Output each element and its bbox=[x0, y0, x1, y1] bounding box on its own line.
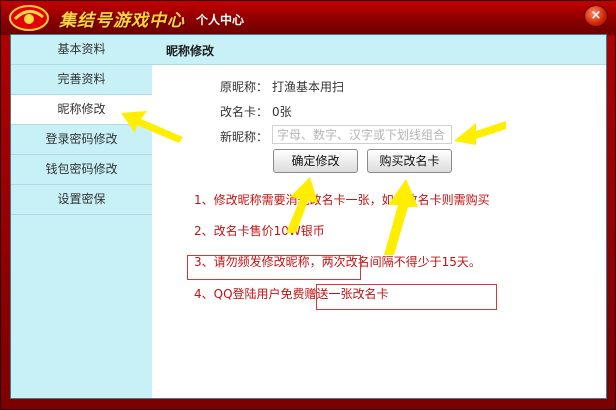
section-header: 昵称修改 bbox=[152, 35, 606, 65]
old-nickname-value: 打渔基本用扫 bbox=[272, 80, 345, 94]
new-nickname-label: 新昵称： bbox=[220, 130, 269, 144]
note-item: 1、修改昵称需要消耗改名卡一张，如无改名卡则需购买 bbox=[194, 193, 490, 207]
old-nickname-label: 原昵称： bbox=[220, 80, 269, 94]
old-nickname-row: 原昵称： 打渔基本用扫 bbox=[220, 78, 344, 95]
new-nickname-input[interactable] bbox=[272, 125, 452, 144]
content-panel: 基本资料 完善资料 昵称修改 登录密码修改 钱包密码修改 设置密保 昵称修改 原… bbox=[10, 34, 607, 399]
confirm-change-button[interactable]: 确定修改 bbox=[273, 149, 358, 173]
arrow-left-icon bbox=[454, 121, 506, 145]
title-bar[interactable]: 集结号游戏中心 个人中心 × bbox=[1, 1, 616, 35]
buy-rename-card-button[interactable]: 购买改名卡 bbox=[367, 149, 452, 173]
arrow-left-icon bbox=[121, 111, 183, 143]
window-subtitle: 个人中心 bbox=[196, 13, 245, 27]
nickname-form: 原昵称：打渔基本用扫 改名卡：0张 新昵称： 确定修改 购买改名卡 1、修改昵称… bbox=[152, 65, 606, 398]
sidebar: 基本资料 完善资料 昵称修改 登录密码修改 钱包密码修改 设置密保 bbox=[11, 35, 153, 398]
highlight-box-price bbox=[187, 255, 361, 280]
sidebar-item-security-question[interactable]: 设置密保 bbox=[11, 185, 152, 215]
rename-card-count: 0张 bbox=[272, 105, 292, 119]
rename-card-label: 改名卡： bbox=[220, 105, 269, 119]
highlight-box-interval bbox=[316, 284, 497, 310]
sidebar-item-wallet-password[interactable]: 钱包密码修改 bbox=[11, 155, 152, 185]
rename-card-row: 改名卡： 0张 bbox=[220, 103, 292, 120]
arrow-up-icon bbox=[286, 177, 318, 233]
close-button[interactable]: × bbox=[584, 5, 608, 27]
section-title: 昵称修改 bbox=[166, 44, 215, 58]
app-title: 集结号游戏中心 bbox=[59, 11, 185, 31]
sidebar-item-complete-info[interactable]: 完善资料 bbox=[11, 65, 152, 95]
game-center-logo-icon bbox=[9, 5, 49, 31]
arrow-up-icon bbox=[384, 179, 418, 255]
game-center-window: 集结号游戏中心 个人中心 × 基本资料 完善资料 昵称修改 登录密码修改 钱包密… bbox=[0, 0, 616, 410]
sidebar-item-basic-info[interactable]: 基本资料 bbox=[11, 35, 152, 65]
